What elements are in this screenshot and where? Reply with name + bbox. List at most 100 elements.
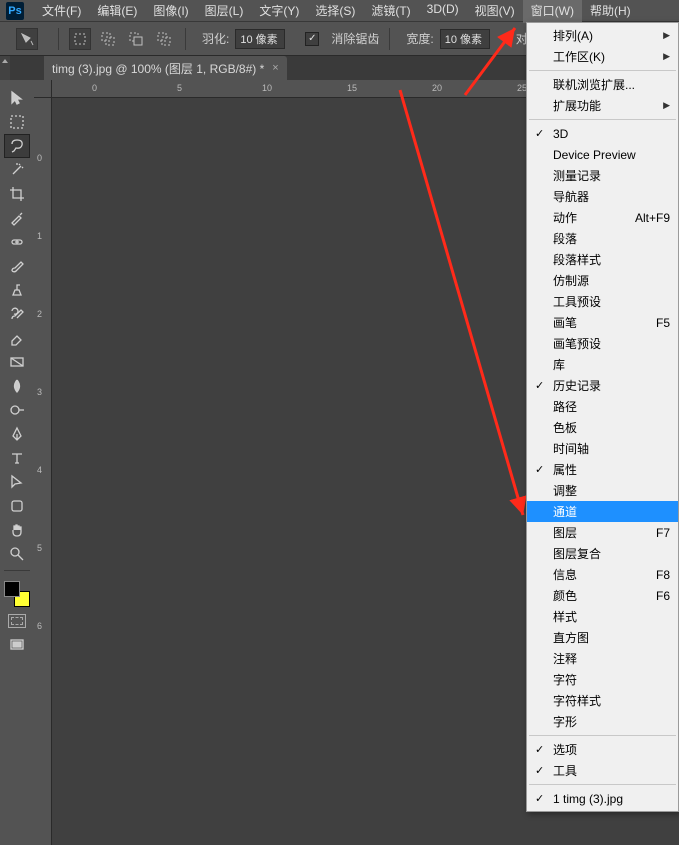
menu-item-调整[interactable]: 调整 (527, 480, 678, 501)
ruler-v-tick: 5 (37, 543, 42, 553)
zoom-tool[interactable] (4, 542, 30, 566)
menu-item-选项[interactable]: 选项 (527, 739, 678, 760)
menu-item-label: 排列(A) (553, 27, 593, 44)
menu-item-信息[interactable]: 信息F8 (527, 564, 678, 585)
panel-collapse-arrow[interactable] (0, 56, 10, 80)
ruler-h-tick: 10 (262, 83, 272, 93)
history-brush-tool[interactable] (4, 302, 30, 326)
ruler-v-tick: 2 (37, 309, 42, 319)
pen-tool[interactable] (4, 422, 30, 446)
path-selection-tool[interactable] (4, 470, 30, 494)
dodge-tool[interactable] (4, 398, 30, 422)
menu-item-字形[interactable]: 字形 (527, 711, 678, 732)
menu-item-图层复合[interactable]: 图层复合 (527, 543, 678, 564)
menu-窗口[interactable]: 窗口(W) (523, 0, 582, 23)
menu-文件[interactable]: 文件(F) (34, 0, 89, 23)
new-selection-icon[interactable] (69, 28, 91, 50)
menu-文字[interactable]: 文字(Y) (251, 0, 307, 23)
width-input[interactable] (440, 29, 490, 49)
menu-separator (529, 784, 676, 785)
healing-brush-tool[interactable] (4, 230, 30, 254)
menu-选择[interactable]: 选择(S) (307, 0, 363, 23)
brush-tool[interactable] (4, 254, 30, 278)
menu-item-shortcut: F5 (646, 316, 670, 330)
eraser-tool[interactable] (4, 326, 30, 350)
menu-item-扩展功能[interactable]: 扩展功能▶ (527, 95, 678, 116)
type-tool[interactable] (4, 446, 30, 470)
shape-tool[interactable] (4, 494, 30, 518)
menu-item-DevicePreview[interactable]: Device Preview (527, 144, 678, 165)
intersect-selection-icon[interactable] (153, 28, 175, 50)
menu-item-联机浏览扩展[interactable]: 联机浏览扩展... (527, 74, 678, 95)
menu-item-测量记录[interactable]: 测量记录 (527, 165, 678, 186)
menu-item-动作[interactable]: 动作Alt+F9 (527, 207, 678, 228)
menu-item-导航器[interactable]: 导航器 (527, 186, 678, 207)
menu-item-工具预设[interactable]: 工具预设 (527, 291, 678, 312)
menu-item-1timg3jpg[interactable]: 1 timg (3).jpg (527, 788, 678, 809)
add-selection-icon[interactable] (97, 28, 119, 50)
subtract-selection-icon[interactable] (125, 28, 147, 50)
marquee-tool[interactable] (4, 110, 30, 134)
menu-item-画笔[interactable]: 画笔F5 (527, 312, 678, 333)
foreground-color-swatch[interactable] (4, 581, 20, 597)
menu-滤镜[interactable]: 滤镜(T) (363, 0, 418, 23)
lasso-tool[interactable] (4, 134, 30, 158)
menu-item-通道[interactable]: 通道 (527, 501, 678, 522)
menu-item-工作区K[interactable]: 工作区(K)▶ (527, 46, 678, 67)
menu-item-label: 联机浏览扩展... (553, 76, 635, 93)
menu-3d[interactable]: 3D(D) (419, 0, 467, 23)
menu-item-段落样式[interactable]: 段落样式 (527, 249, 678, 270)
submenu-arrow-icon: ▶ (663, 30, 670, 41)
blur-tool[interactable] (4, 374, 30, 398)
quick-mask-toggle[interactable] (4, 611, 30, 631)
antialias-label: 消除锯齿 (331, 30, 379, 47)
magic-wand-tool[interactable] (4, 158, 30, 182)
menu-item-路径[interactable]: 路径 (527, 396, 678, 417)
menu-item-label: 通道 (553, 503, 577, 520)
hand-tool[interactable] (4, 518, 30, 542)
menu-item-排列A[interactable]: 排列(A) ▶ (527, 25, 678, 46)
menu-item-样式[interactable]: 样式 (527, 606, 678, 627)
screen-mode-toggle[interactable] (4, 633, 30, 657)
menu-item-label: 色板 (553, 419, 577, 436)
menu-item-色板[interactable]: 色板 (527, 417, 678, 438)
menu-item-shortcut: F6 (646, 589, 670, 603)
menu-图层[interactable]: 图层(L) (197, 0, 252, 23)
menu-视图[interactable]: 视图(V) (467, 0, 523, 23)
menu-item-字符[interactable]: 字符 (527, 669, 678, 690)
menu-item-注释[interactable]: 注释 (527, 648, 678, 669)
color-swatches[interactable] (4, 581, 30, 607)
menu-item-3D[interactable]: 3D (527, 123, 678, 144)
menu-帮助[interactable]: 帮助(H) (582, 0, 639, 23)
menu-item-段落[interactable]: 段落 (527, 228, 678, 249)
menu-item-颜色[interactable]: 颜色F6 (527, 585, 678, 606)
menu-item-时间轴[interactable]: 时间轴 (527, 438, 678, 459)
menu-item-画笔预设[interactable]: 画笔预设 (527, 333, 678, 354)
menu-item-属性[interactable]: 属性 (527, 459, 678, 480)
ruler-vertical[interactable]: 0123456 (34, 98, 52, 845)
menu-item-仿制源[interactable]: 仿制源 (527, 270, 678, 291)
close-tab-icon[interactable]: × (272, 62, 278, 74)
menu-编辑[interactable]: 编辑(E) (89, 0, 145, 23)
menu-item-直方图[interactable]: 直方图 (527, 627, 678, 648)
menu-item-label: 工具 (553, 762, 577, 779)
crop-tool[interactable] (4, 182, 30, 206)
feather-input[interactable] (235, 29, 285, 49)
menu-item-label: Device Preview (553, 148, 636, 162)
document-tab[interactable]: timg (3).jpg @ 100% (图层 1, RGB/8#) * × (44, 56, 287, 80)
menu-item-库[interactable]: 库 (527, 354, 678, 375)
ruler-h-tick: 15 (347, 83, 357, 93)
tool-preset-picker[interactable] (16, 28, 38, 50)
gradient-tool[interactable] (4, 350, 30, 374)
ruler-h-tick: 5 (177, 83, 182, 93)
ruler-corner (34, 80, 52, 98)
menu-图像[interactable]: 图像(I) (145, 0, 196, 23)
clone-stamp-tool[interactable] (4, 278, 30, 302)
menu-item-工具[interactable]: 工具 (527, 760, 678, 781)
eyedropper-tool[interactable] (4, 206, 30, 230)
menu-item-历史记录[interactable]: 历史记录 (527, 375, 678, 396)
move-tool[interactable] (4, 86, 30, 110)
menu-item-图层[interactable]: 图层F7 (527, 522, 678, 543)
menu-item-字符样式[interactable]: 字符样式 (527, 690, 678, 711)
antialias-checkbox[interactable]: ✓ (305, 32, 319, 46)
